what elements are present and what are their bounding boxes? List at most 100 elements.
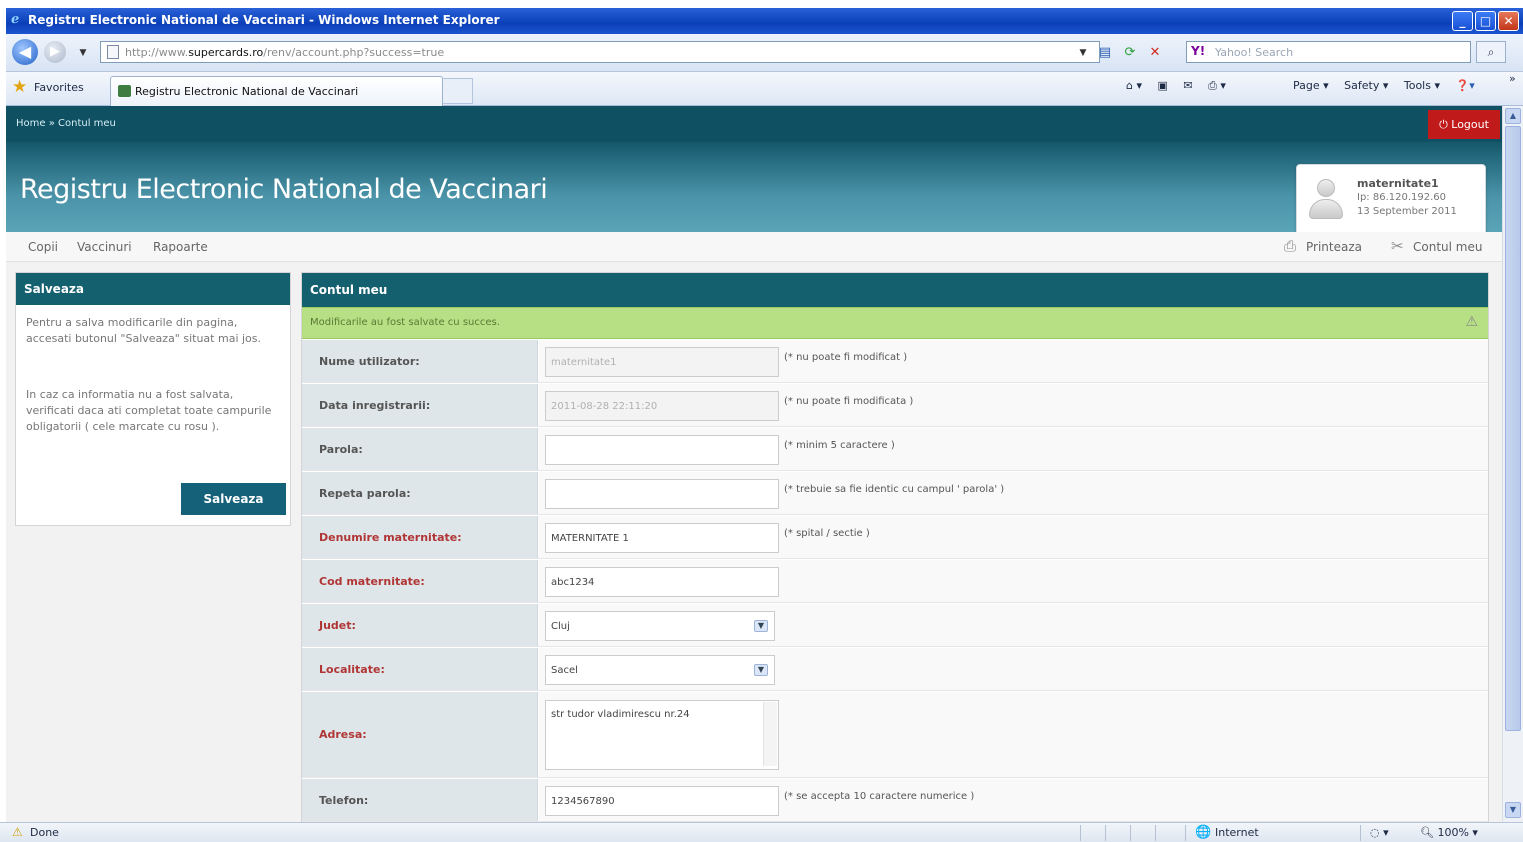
- scroll-down-icon[interactable]: ▼: [1505, 802, 1521, 818]
- logout-button[interactable]: ⏻ Logout: [1428, 110, 1500, 139]
- scroll-up-icon[interactable]: ▲: [1505, 108, 1521, 124]
- status-label: Done: [30, 826, 59, 839]
- minimize-button[interactable]: _: [1452, 11, 1473, 31]
- regdate-hint: (* nu poate fi modificata ): [784, 396, 914, 407]
- address-value: str tudor vladimirescu nr.24: [551, 709, 690, 720]
- county-label: Judet:: [302, 604, 538, 646]
- save-button[interactable]: Salveaza: [181, 483, 286, 515]
- password-field[interactable]: [545, 435, 779, 465]
- success-message: Modificarile au fost salvate cu succes.: [310, 317, 500, 328]
- form-row-regdate: Data inregistrarii: 2011-08-28 22:11:20 …: [302, 384, 1488, 427]
- password-repeat-field[interactable]: [545, 479, 779, 509]
- avatar-body-icon: [1309, 199, 1343, 219]
- help-icon[interactable]: ❓▾: [1456, 79, 1475, 92]
- menu-rapoarte[interactable]: Rapoarte: [153, 240, 208, 254]
- county-select[interactable]: Cluj ▼: [545, 611, 775, 641]
- locality-select[interactable]: Sacel ▼: [545, 655, 775, 685]
- zoom-label: 100%: [1437, 826, 1469, 839]
- password-cell: (* minim 5 caractere ): [539, 428, 1488, 470]
- url-input[interactable]: http://www.supercards.ro/renv/account.ph…: [100, 41, 1100, 63]
- maximize-button[interactable]: □: [1475, 11, 1496, 31]
- tools-icon: ✂: [1391, 237, 1404, 255]
- site-top-strip: Home » Contul meu ⏻ Logout: [6, 106, 1502, 142]
- form-row-phone: Telefon: 1234567890 (* se accepta 10 car…: [302, 779, 1488, 822]
- web-page: Home » Contul meu ⏻ Logout Registru Elec…: [6, 106, 1502, 822]
- warning-icon: ⚠: [12, 825, 23, 839]
- zoom-control[interactable]: 🔍︎ 100% ▾: [1420, 826, 1478, 839]
- safety-menu[interactable]: Safety ▾: [1344, 79, 1388, 92]
- scrollbar-thumb[interactable]: [1505, 126, 1521, 731]
- status-bar: ⚠ Done 🌐 Internet ◌ ▾ 🔍︎ 100% ▾: [0, 822, 1523, 842]
- mail-icon[interactable]: ✉: [1183, 79, 1192, 92]
- page-menu[interactable]: Page ▾: [1293, 79, 1329, 92]
- regdate-label: Data inregistrarii:: [302, 384, 538, 426]
- locality-value: Sacel: [551, 665, 578, 676]
- form-row-password: Parola: (* minim 5 caractere ): [302, 428, 1488, 471]
- save-panel-title: Salveaza: [16, 273, 290, 305]
- browser-tab[interactable]: Registru Electronic National de Vaccinar…: [110, 76, 443, 106]
- menu-copii[interactable]: Copii: [28, 240, 58, 254]
- security-zone[interactable]: 🌐 Internet: [1195, 825, 1259, 840]
- recent-pages-dropdown-icon[interactable]: ▼: [74, 44, 92, 62]
- address-textarea[interactable]: str tudor vladimirescu nr.24: [545, 700, 779, 770]
- close-window-button[interactable]: ✕: [1498, 11, 1519, 31]
- account-panel: Contul meu Modificarile au fost salvate …: [301, 272, 1489, 822]
- menu-vaccinuri[interactable]: Vaccinuri: [77, 240, 132, 254]
- maternity-code-field[interactable]: abc1234: [545, 567, 779, 597]
- window-title: Registru Electronic National de Vaccinar…: [28, 13, 500, 27]
- chevron-down-icon[interactable]: ▼: [754, 664, 768, 676]
- status-divider: [1360, 825, 1361, 841]
- feeds-icon[interactable]: ▣: [1158, 79, 1168, 92]
- account-link[interactable]: ✂ Contul meu: [1391, 237, 1482, 255]
- maternity-name-field[interactable]: MATERNITATE 1: [545, 523, 779, 553]
- form-row-password-repeat: Repeta parola: (* trebuie sa fie identic…: [302, 472, 1488, 515]
- back-button[interactable]: ◀: [12, 39, 38, 65]
- site-header: Registru Electronic National de Vaccinar…: [6, 142, 1502, 240]
- protected-mode-icon[interactable]: ◌ ▾: [1370, 826, 1389, 839]
- search-input[interactable]: Y! Yahoo! Search: [1186, 41, 1471, 63]
- locality-label: Localitate:: [302, 648, 538, 690]
- page-scrollbar[interactable]: ▲ ▼: [1502, 106, 1523, 822]
- print-page-link[interactable]: ⎙ Printeaza: [1284, 237, 1362, 255]
- chevron-down-icon[interactable]: ▼: [754, 620, 768, 632]
- warning-triangle-icon[interactable]: ⚠: [1465, 314, 1478, 330]
- home-icon[interactable]: ⌂ ▾: [1126, 79, 1142, 92]
- phone-field[interactable]: 1234567890: [545, 786, 779, 816]
- compatibility-view-icon[interactable]: ▤: [1096, 44, 1114, 62]
- breadcrumb[interactable]: Home » Contul meu: [16, 118, 116, 129]
- form-row-address: Adresa: str tudor vladimirescu nr.24: [302, 692, 1488, 778]
- address-cell: str tudor vladimirescu nr.24: [539, 692, 1488, 777]
- phone-cell: 1234567890 (* se accepta 10 caractere nu…: [539, 779, 1488, 821]
- print-icon[interactable]: ⎙ ▾: [1208, 79, 1226, 92]
- username-label: Nume utilizator:: [302, 340, 538, 382]
- form-row-county: Judet: Cluj ▼: [302, 604, 1488, 647]
- maternity-name-cell: MATERNITATE 1 (* spital / sectie ): [539, 516, 1488, 558]
- maternity-code-cell: abc1234: [539, 560, 1488, 602]
- save-instructions: Pentru a salva modificarile din pagina, …: [26, 316, 262, 345]
- stop-icon[interactable]: ✕: [1146, 44, 1164, 62]
- url-dropdown-icon[interactable]: ▼: [1074, 44, 1092, 62]
- favorites-button[interactable]: ★ Favorites: [12, 78, 84, 99]
- account-panel-title: Contul meu: [302, 273, 1488, 307]
- avatar: [1309, 179, 1343, 223]
- power-icon: ⏻: [1439, 118, 1452, 131]
- refresh-icon[interactable]: ⟳: [1121, 44, 1139, 62]
- status-divider: [1080, 825, 1081, 841]
- tools-menu[interactable]: Tools ▾: [1404, 79, 1440, 92]
- printer-icon: ⎙: [1284, 237, 1297, 255]
- logout-label: Logout: [1451, 118, 1489, 131]
- print-label: Printeaza: [1306, 240, 1362, 254]
- address-label: Adresa:: [302, 692, 538, 777]
- app-title: Registru Electronic National de Vaccinar…: [20, 174, 548, 205]
- username-hint: (* nu poate fi modificat ): [784, 352, 908, 363]
- textarea-scrollbar[interactable]: [763, 702, 777, 766]
- chevron-right-icon[interactable]: »: [1509, 72, 1516, 85]
- form-row-maternity-code: Cod maternitate: abc1234: [302, 560, 1488, 603]
- search-button[interactable]: ⌕: [1476, 41, 1506, 63]
- status-divider: [1155, 825, 1156, 841]
- phone-hint: (* se accepta 10 caractere numerice ): [784, 791, 975, 802]
- new-tab-button[interactable]: [443, 78, 473, 104]
- maternity-name-label: Denumire maternitate:: [302, 516, 538, 558]
- yahoo-logo-icon: Y!: [1191, 44, 1206, 58]
- forward-button[interactable]: ▶: [44, 41, 66, 63]
